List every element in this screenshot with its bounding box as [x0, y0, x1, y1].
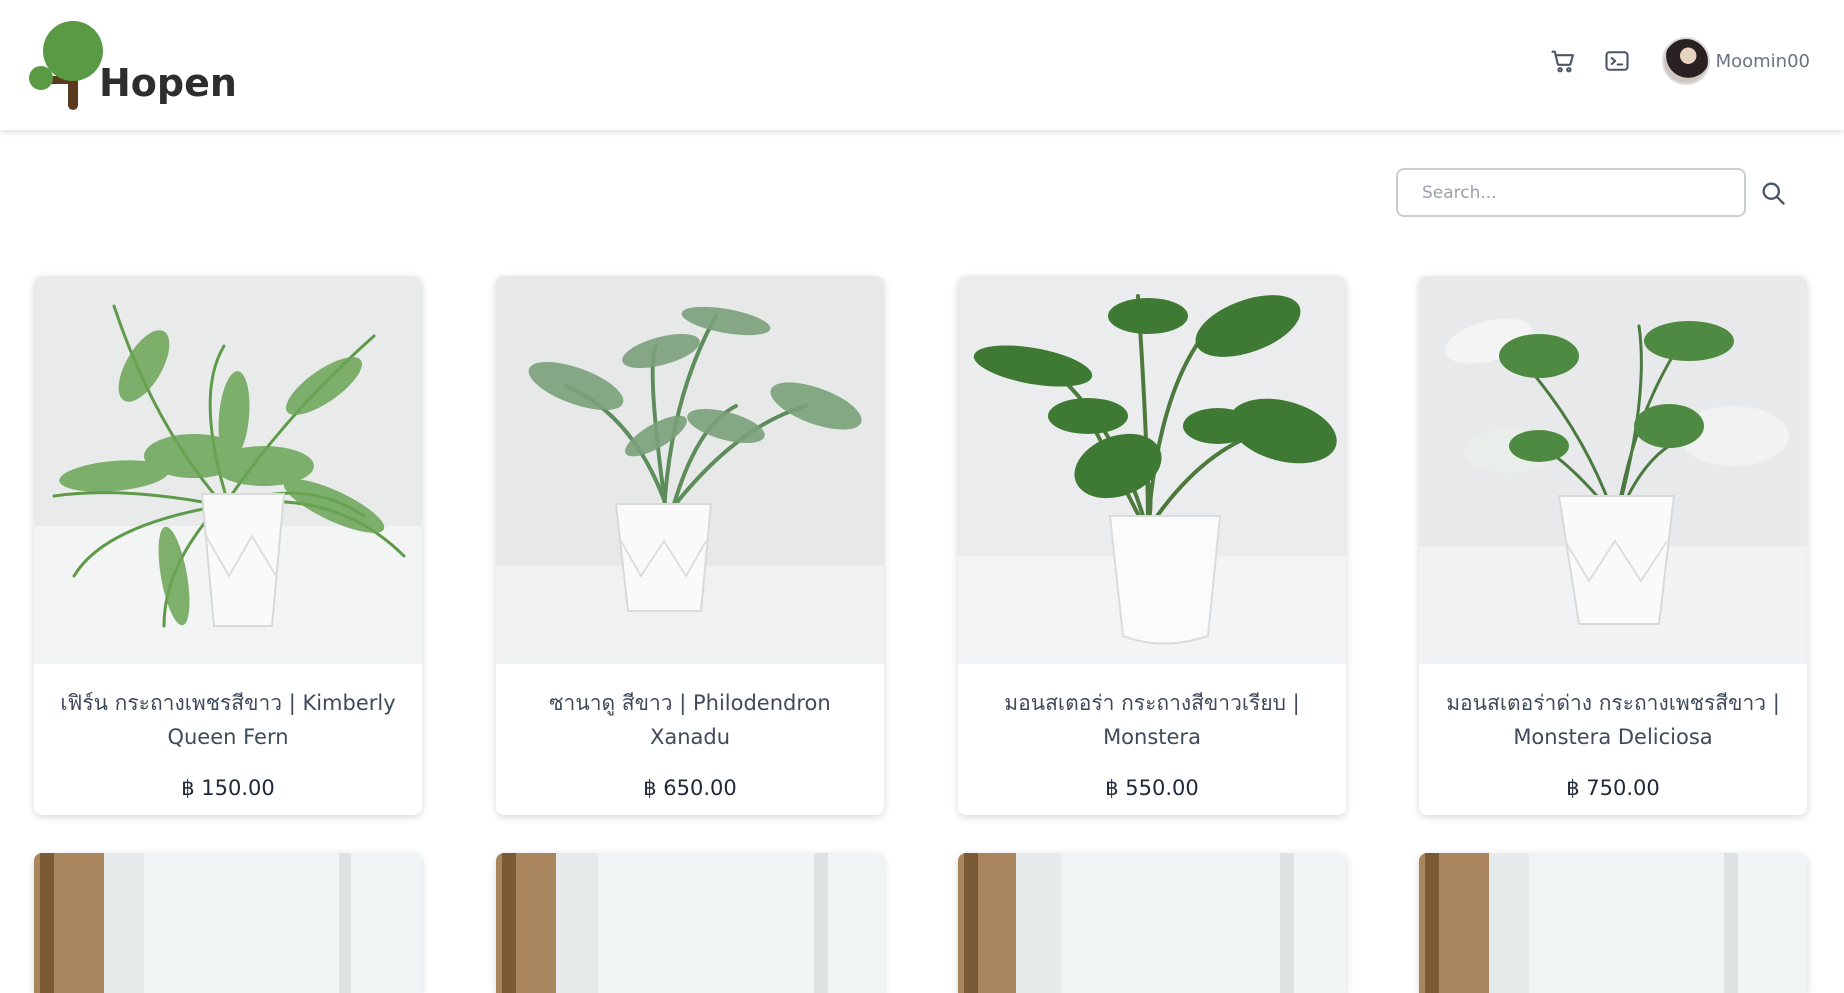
- product-card[interactable]: [1419, 853, 1807, 993]
- product-card[interactable]: [958, 853, 1346, 993]
- product-price: ฿ 650.00: [643, 776, 737, 800]
- product-image: [496, 853, 884, 993]
- product-card[interactable]: [496, 853, 884, 993]
- product-image-xanadu: [496, 276, 884, 664]
- product-price: ฿ 750.00: [1566, 776, 1660, 800]
- username[interactable]: Moomin00: [1716, 51, 1810, 72]
- product-card[interactable]: ซานาดู สีขาว | Philodendron Xanadu ฿ 650…: [496, 276, 884, 815]
- product-title[interactable]: มอนสเตอร่า กระถางสีขาวเรียบ | Monstera: [970, 686, 1334, 754]
- product-image-fern: [34, 276, 422, 664]
- product-image: [1419, 853, 1807, 993]
- product-image-monstera-deliciosa: [1419, 276, 1807, 664]
- avatar[interactable]: [1661, 37, 1710, 85]
- search-icon[interactable]: [1756, 176, 1790, 210]
- product-card[interactable]: เฟิร์น กระถางเพชรสีขาว | Kimberly Queen …: [34, 276, 422, 815]
- nav-actions: Moomin00: [1548, 35, 1810, 87]
- product-image: [34, 853, 422, 993]
- search-bar: [1396, 168, 1790, 217]
- cart-icon[interactable]: [1548, 46, 1578, 76]
- brand-name: Hopen: [99, 61, 237, 105]
- search-input[interactable]: [1396, 168, 1746, 217]
- terminal-icon[interactable]: [1602, 46, 1632, 76]
- navbar: Hopen Moomin00: [0, 0, 1844, 130]
- product-title[interactable]: มอนสเตอร่าด่าง กระถางเพชรสีขาว | Monster…: [1431, 686, 1795, 754]
- product-image: [958, 853, 1346, 993]
- product-card[interactable]: มอนสเตอร่า กระถางสีขาวเรียบ | Monstera ฿…: [958, 276, 1346, 815]
- product-price: ฿ 150.00: [181, 776, 275, 800]
- product-card[interactable]: มอนสเตอร่าด่าง กระถางเพชรสีขาว | Monster…: [1419, 276, 1807, 815]
- product-card[interactable]: [34, 853, 422, 993]
- product-title[interactable]: เฟิร์น กระถางเพชรสีขาว | Kimberly Queen …: [46, 686, 410, 754]
- product-title[interactable]: ซานาดู สีขาว | Philodendron Xanadu: [508, 686, 872, 754]
- product-image-monstera: [958, 276, 1346, 664]
- product-price: ฿ 550.00: [1105, 776, 1199, 800]
- brand-logo[interactable]: Hopen: [28, 18, 237, 113]
